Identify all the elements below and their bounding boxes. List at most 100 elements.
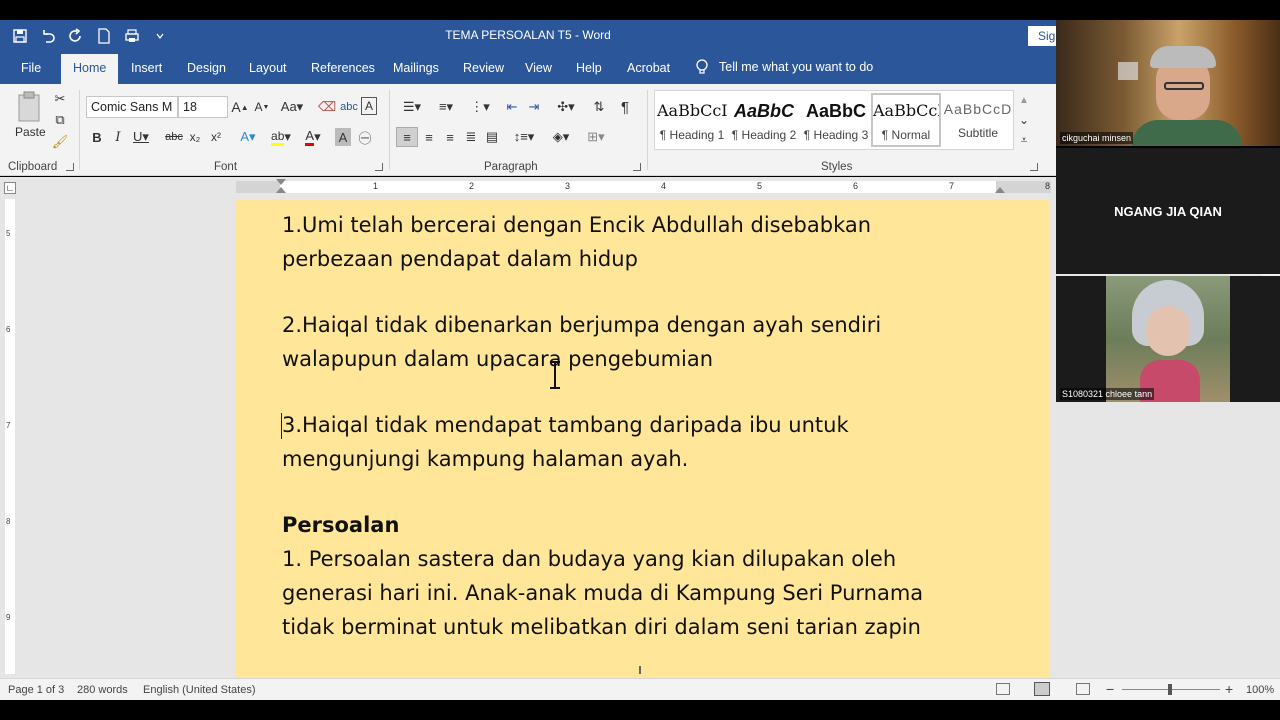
person-shirt: [1132, 120, 1242, 146]
clipboard-launcher-icon[interactable]: [66, 163, 74, 171]
word-count[interactable]: 280 words: [77, 684, 128, 696]
style-heading-1[interactable]: AaBbCcI ¶ Heading 1: [657, 93, 727, 147]
ruler-number: 5: [757, 181, 763, 191]
participant-name: S1080321 chloee tann: [1060, 388, 1155, 400]
text-effects-icon[interactable]: A▾: [236, 128, 260, 146]
style-heading-2[interactable]: AaBbC ¶ Heading 2: [729, 93, 799, 147]
paragraph-line: walapupun dalam upacara pengebumian: [282, 347, 714, 371]
tab-references[interactable]: References: [311, 61, 375, 75]
ribbon-home: Paste ✂ ⧉ 🖌 Clipboard Comic Sans M 18 A ▲…: [0, 84, 1056, 176]
borders-icon[interactable]: ⊞▾: [582, 128, 610, 146]
font-family-select[interactable]: Comic Sans M: [86, 96, 178, 118]
font-size-select[interactable]: 18: [178, 96, 228, 118]
tab-home[interactable]: Home: [61, 54, 119, 84]
sort-icon[interactable]: ⇅: [590, 98, 608, 116]
underline-icon[interactable]: U▾: [131, 128, 151, 146]
participant-video-2: NGANG JIA QIAN: [1056, 148, 1280, 274]
asian-layout-icon[interactable]: ✣▾: [552, 98, 580, 116]
justify-icon[interactable]: ≣: [462, 128, 480, 146]
paste-button[interactable]: Paste: [15, 125, 46, 139]
page-count[interactable]: Page 1 of 3: [8, 684, 64, 696]
character-shading-icon[interactable]: A: [335, 128, 351, 146]
zoom-out-icon[interactable]: −: [1106, 681, 1114, 697]
italic-icon[interactable]: I: [111, 128, 125, 146]
language-indicator[interactable]: English (United States): [143, 684, 256, 696]
character-border-icon[interactable]: A: [361, 97, 377, 115]
style-preview: AaBbCcI: [657, 101, 727, 120]
styles-gallery: AaBbCcI ¶ Heading 1 AaBbC ¶ Heading 2 Aa…: [654, 90, 1014, 150]
ruler-number: 4: [661, 181, 667, 191]
tab-design[interactable]: Design: [187, 61, 226, 75]
superscript-icon[interactable]: x²: [208, 128, 224, 146]
tab-acrobat[interactable]: Acrobat: [627, 61, 670, 75]
clear-formatting-icon[interactable]: ⌫: [318, 98, 336, 116]
align-center-icon[interactable]: ≡: [420, 128, 438, 146]
chevron-down-icon[interactable]: ⌄: [1016, 112, 1032, 128]
style-name: ¶ Heading 3: [803, 128, 869, 142]
tell-me-label: Tell me what you want to do: [719, 60, 874, 74]
paragraph-launcher-icon[interactable]: [633, 163, 641, 171]
document-page[interactable]: 1.Umi telah bercerai dengan Encik Abdull…: [235, 200, 1050, 678]
document-body[interactable]: 1.Umi telah bercerai dengan Encik Abdull…: [282, 208, 1022, 644]
distributed-icon[interactable]: ▤: [483, 128, 501, 146]
web-layout-icon[interactable]: [1076, 683, 1090, 695]
ruler-number: 7: [949, 181, 955, 191]
read-mode-icon[interactable]: [996, 683, 1010, 695]
shading-icon[interactable]: ◈▾: [548, 128, 574, 146]
phonetic-guide-icon[interactable]: abc: [340, 98, 358, 116]
right-indent-marker[interactable]: [995, 187, 1005, 193]
line-spacing-icon[interactable]: ↕≡▾: [509, 128, 539, 146]
zoom-in-icon[interactable]: +: [1225, 681, 1233, 697]
zoom-slider-thumb[interactable]: [1168, 684, 1172, 695]
eyeglasses-icon: [1164, 82, 1204, 90]
tab-selector-icon[interactable]: ∟: [4, 182, 16, 194]
shrink-font-icon[interactable]: A ▼: [254, 98, 270, 116]
zoom-level[interactable]: 100%: [1246, 684, 1274, 696]
tab-view[interactable]: View: [525, 61, 552, 75]
first-line-indent-marker[interactable]: [276, 179, 286, 185]
enclose-characters-icon[interactable]: ㊀: [356, 128, 374, 146]
highlight-color-icon[interactable]: ab ▾: [266, 128, 296, 146]
tab-layout[interactable]: Layout: [249, 61, 287, 75]
styles-launcher-icon[interactable]: [1030, 163, 1038, 171]
style-subtitle[interactable]: AaBbCcD Subtitle: [943, 93, 1013, 147]
cut-icon[interactable]: ✂: [52, 91, 68, 107]
grow-font-icon[interactable]: A ▲: [231, 98, 248, 116]
format-painter-icon[interactable]: 🖌: [52, 134, 69, 150]
style-heading-3[interactable]: AaBbC ¶ Heading 3: [801, 93, 871, 147]
align-right-icon[interactable]: ≡: [441, 128, 459, 146]
ruler-number: 3: [565, 181, 571, 191]
participant-video-1: cikguchai minsen: [1056, 20, 1280, 146]
styles-group-label: Styles: [821, 161, 853, 173]
tab-file[interactable]: File: [21, 61, 41, 75]
style-normal[interactable]: AaBbCcI ¶ Normal: [871, 93, 941, 147]
participant-name: cikguchai minsen: [1060, 132, 1134, 144]
divider: [389, 90, 390, 170]
font-launcher-icon[interactable]: [375, 163, 383, 171]
paste-icon[interactable]: [12, 90, 48, 124]
tell-me-search[interactable]: Tell me what you want to do: [695, 59, 873, 75]
decrease-indent-icon[interactable]: ⇤: [503, 98, 521, 116]
tab-help[interactable]: Help: [576, 61, 602, 75]
increase-indent-icon[interactable]: ⇥: [525, 98, 543, 116]
ruler-number: 6: [853, 181, 859, 191]
tab-insert[interactable]: Insert: [131, 61, 162, 75]
tab-mailings[interactable]: Mailings: [393, 61, 439, 75]
strikethrough-icon[interactable]: abc: [164, 128, 184, 146]
tab-review[interactable]: Review: [463, 61, 504, 75]
ruler-number: 8: [1045, 181, 1051, 191]
align-left-icon[interactable]: ≡: [396, 127, 418, 147]
subscript-icon[interactable]: x₂: [187, 128, 203, 146]
bullets-icon[interactable]: ☰▾: [398, 98, 426, 116]
font-color-icon[interactable]: A ▾: [300, 128, 326, 146]
numbering-icon[interactable]: ≡▾: [432, 98, 460, 116]
change-case-icon[interactable]: Aa▾: [280, 98, 304, 116]
more-styles-icon[interactable]: ⩡: [1016, 132, 1032, 148]
show-formatting-icon[interactable]: ¶: [616, 98, 634, 116]
multilevel-list-icon[interactable]: ⋮▾: [466, 98, 494, 116]
print-layout-icon[interactable]: [1034, 682, 1050, 696]
copy-icon[interactable]: ⧉: [52, 112, 68, 128]
bold-icon[interactable]: B: [90, 128, 104, 146]
hanging-indent-marker[interactable]: [276, 187, 286, 193]
chevron-up-icon[interactable]: ▲: [1016, 92, 1032, 108]
